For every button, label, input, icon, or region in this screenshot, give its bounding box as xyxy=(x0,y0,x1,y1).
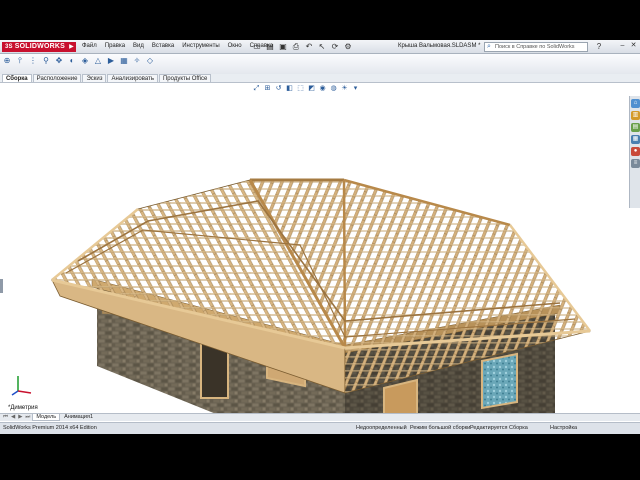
tab-office-products[interactable]: Продукты Office xyxy=(158,74,212,82)
tab-animation1[interactable]: Анимация1 xyxy=(61,414,96,421)
new-motion-icon[interactable]: ▶ xyxy=(106,56,116,66)
menu-insert[interactable]: Вставка xyxy=(152,43,174,49)
view-palette-icon[interactable]: ▦ xyxy=(631,135,640,144)
task-pane-tabs: ⌂ ▥ ▤ ▦ ● ≡ xyxy=(629,96,640,208)
status-editing: Редактируется Сборка xyxy=(470,425,528,431)
options-icon[interactable]: ⚙ xyxy=(343,42,353,52)
print-icon[interactable]: ⎙ xyxy=(291,42,301,52)
rebuild-icon[interactable]: ⟳ xyxy=(330,42,340,52)
status-definition: Недоопределенный xyxy=(356,425,407,431)
insert-component-icon[interactable]: ⊕ xyxy=(2,56,12,66)
tab-layout[interactable]: Расположение xyxy=(32,74,82,82)
reference-triad-icon xyxy=(11,376,32,396)
mate-icon[interactable]: ⫯ xyxy=(15,56,25,66)
save-icon[interactable]: ▣ xyxy=(278,42,288,52)
menu-view[interactable]: Вид xyxy=(133,43,144,49)
display-style-icon[interactable]: ◩ xyxy=(307,84,316,93)
feature-manager-splitter[interactable] xyxy=(0,279,3,293)
command-manager: ⊕ ⫯ ⋮ ⚲ ✥ ◐ ◈ △ ▶ ▦ ✧ ◇ xyxy=(0,54,640,74)
file-explorer-icon[interactable]: ▤ xyxy=(631,123,640,132)
menu-edit[interactable]: Правка xyxy=(105,43,125,49)
minimize-icon[interactable]: – xyxy=(618,41,627,51)
tab-evaluate[interactable]: Анализировать xyxy=(107,74,158,82)
new-icon[interactable]: ▭ xyxy=(252,42,262,52)
bottom-tabs: ⏮ ◀ ▶ ⏭ Модель Анимация1 xyxy=(0,413,640,421)
bill-of-materials-icon[interactable]: ▦ xyxy=(119,56,129,66)
scene-icon[interactable]: ☀ xyxy=(340,84,349,93)
reference-geometry-icon[interactable]: △ xyxy=(93,56,103,66)
quick-access-toolbar: ▭ ▤ ▣ ⎙ ↶ ↖ ⟳ ⚙ xyxy=(252,42,353,52)
status-large-assembly-mode: Режим большой сборки xyxy=(410,425,471,431)
menu-file[interactable]: Файл xyxy=(82,43,97,49)
tab-assembly[interactable]: Сборка xyxy=(2,74,32,82)
menu-bar: Файл Правка Вид Вставка Инструменты Окно… xyxy=(82,43,273,49)
window-controls: – ✕ xyxy=(618,41,638,51)
zoom-area-icon[interactable]: ⊞ xyxy=(263,84,272,93)
edit-appearance-icon[interactable]: ◍ xyxy=(329,84,338,93)
exploded-view-icon[interactable]: ✧ xyxy=(132,56,142,66)
view-orientation-label: *Диметрия xyxy=(8,405,38,411)
move-component-icon[interactable]: ✥ xyxy=(54,56,64,66)
hip-roof-house-model[interactable] xyxy=(0,83,640,413)
linear-pattern-icon[interactable]: ⋮ xyxy=(28,56,38,66)
undo-icon[interactable]: ↶ xyxy=(304,42,314,52)
select-icon[interactable]: ↖ xyxy=(317,42,327,52)
tab-next-icon[interactable]: ▶ xyxy=(17,414,23,421)
search-placeholder: Поиск в Справке по SolidWorks xyxy=(495,44,575,50)
logo-prefix: 3S xyxy=(5,44,13,50)
solidworks-window: 3S SOLIDWORKS ▶ Файл Правка Вид Вставка И… xyxy=(0,40,640,434)
tab-first-icon[interactable]: ⏮ xyxy=(2,414,9,421)
view-settings-icon[interactable]: ▾ xyxy=(351,84,360,93)
hip-rafter-right xyxy=(342,179,347,349)
help-icon[interactable]: ? xyxy=(594,42,604,52)
previous-view-icon[interactable]: ↺ xyxy=(274,84,283,93)
command-toolbar: ⊕ ⫯ ⋮ ⚲ ✥ ◐ ◈ △ ▶ ▦ ✧ ◇ xyxy=(2,56,155,66)
solidworks-logo[interactable]: 3S SOLIDWORKS ▶ xyxy=(2,42,76,52)
status-edition: SolidWorks Premium 2014 x64 Edition xyxy=(3,425,97,431)
tab-prev-icon[interactable]: ◀ xyxy=(10,414,16,421)
glazed-window xyxy=(481,352,518,410)
assembly-features-icon[interactable]: ◈ xyxy=(80,56,90,66)
menu-window[interactable]: Окно xyxy=(228,43,242,49)
graphics-area[interactable]: ⤢ ⊞ ↺ ◧ ⬚ ◩ ◉ ◍ ☀ ▾ ⌂ ▥ ▤ ▦ ● ≡ *Диметри… xyxy=(0,83,640,413)
custom-properties-icon[interactable]: ≡ xyxy=(631,159,640,168)
hide-show-icon[interactable]: ◉ xyxy=(318,84,327,93)
help-search-input[interactable]: ⌕ Поиск в Справке по SolidWorks xyxy=(484,42,588,52)
view-orientation-icon[interactable]: ⬚ xyxy=(296,84,305,93)
help-icons: ? xyxy=(594,42,604,52)
tab-sketch[interactable]: Эскиз xyxy=(82,74,107,82)
show-hidden-icon[interactable]: ◐ xyxy=(67,56,77,66)
design-library-icon[interactable]: ▥ xyxy=(631,111,640,120)
open-icon[interactable]: ▤ xyxy=(265,42,275,52)
document-title: Крыша Вальмовая.SLDASM * xyxy=(398,43,481,49)
zoom-to-fit-icon[interactable]: ⤢ xyxy=(252,84,261,93)
resources-icon[interactable]: ⌂ xyxy=(631,99,640,108)
section-view-icon[interactable]: ◧ xyxy=(285,84,294,93)
logo-text: SOLIDWORKS xyxy=(14,43,65,50)
menu-expand-icon[interactable]: ▶ xyxy=(69,42,74,52)
smart-fasteners-icon[interactable]: ⚲ xyxy=(41,56,51,66)
command-manager-tabs: Сборка Расположение Эскиз Анализировать … xyxy=(0,74,640,83)
search-icon: ⌕ xyxy=(487,43,491,50)
status-units[interactable]: Настройка xyxy=(550,423,577,434)
tab-last-icon[interactable]: ⏭ xyxy=(24,414,31,421)
appearances-icon[interactable]: ● xyxy=(631,147,640,156)
status-bar: SolidWorks Premium 2014 x64 Edition Недо… xyxy=(0,422,640,434)
close-icon[interactable]: ✕ xyxy=(629,41,638,51)
title-bar: 3S SOLIDWORKS ▶ Файл Правка Вид Вставка И… xyxy=(0,40,640,54)
instant3d-icon[interactable]: ◇ xyxy=(145,56,155,66)
tab-model[interactable]: Модель xyxy=(32,414,61,421)
heads-up-view-toolbar: ⤢ ⊞ ↺ ◧ ⬚ ◩ ◉ ◍ ☀ ▾ xyxy=(252,84,360,93)
menu-tools[interactable]: Инструменты xyxy=(182,43,219,49)
